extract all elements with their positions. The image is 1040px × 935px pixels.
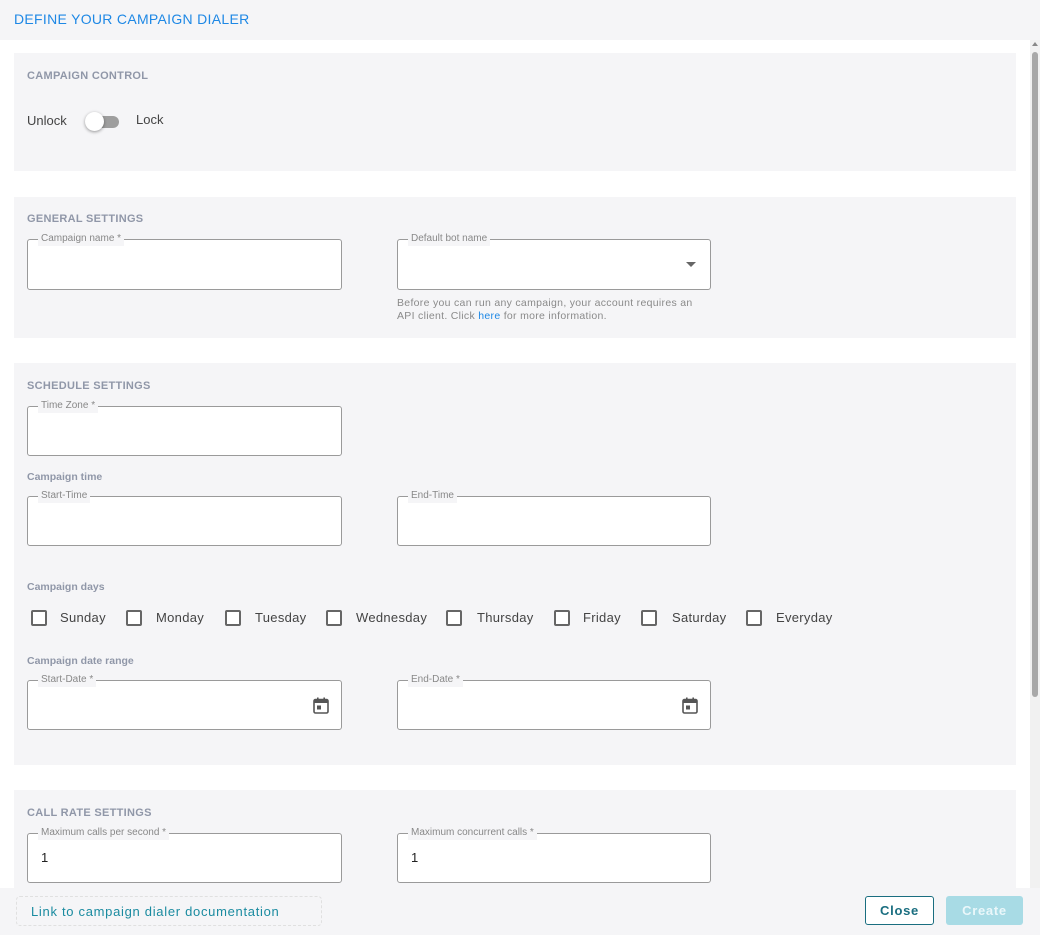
end-date-field[interactable]: End-Date *	[397, 673, 711, 730]
scroll-up-icon[interactable]	[1032, 42, 1038, 46]
day-label-tuesday: Tuesday	[255, 610, 307, 625]
end-time-label: End-Time	[408, 489, 457, 503]
day-label-sunday: Sunday	[60, 610, 106, 625]
unlock-label: Unlock	[27, 113, 67, 128]
day-label-saturday: Saturday	[672, 610, 727, 625]
day-label-friday: Friday	[583, 610, 621, 625]
campaign-time-label: Campaign time	[27, 471, 103, 483]
time-zone-label: Time Zone *	[38, 399, 99, 413]
helper-line-2-suffix: for more information.	[500, 310, 607, 322]
max-calls-per-second-value: 1	[41, 850, 49, 865]
section-title-schedule-settings: SCHEDULE SETTINGS	[27, 380, 151, 392]
campaign-date-range-label: Campaign date range	[27, 655, 134, 667]
max-concurrent-calls-value: 1	[411, 850, 419, 865]
start-date-field[interactable]: Start-Date *	[27, 673, 342, 730]
calendar-icon[interactable]	[682, 697, 698, 714]
checkbox-friday[interactable]	[554, 610, 570, 626]
day-label-wednesday: Wednesday	[356, 610, 428, 625]
day-label-thursday: Thursday	[477, 610, 534, 625]
close-button[interactable]: Close	[865, 896, 934, 925]
dialog-title: DEFINE YOUR CAMPAIGN DIALER	[14, 11, 250, 27]
campaign-days-label: Campaign days	[27, 581, 105, 593]
create-button[interactable]: Create	[946, 896, 1023, 925]
calendar-icon[interactable]	[313, 697, 329, 714]
default-bot-name-label: Default bot name	[408, 232, 491, 246]
helper-line-2-prefix: API client. Click	[397, 310, 479, 322]
time-zone-field[interactable]: Time Zone *	[27, 399, 342, 456]
documentation-link[interactable]: Link to campaign dialer documentation	[16, 896, 322, 926]
campaign-name-field[interactable]: Campaign name *	[27, 232, 342, 290]
default-bot-name-select[interactable]: Default bot name	[397, 232, 711, 290]
max-calls-per-second-field[interactable]: Maximum calls per second * 1	[27, 826, 342, 883]
checkbox-everyday[interactable]	[746, 610, 762, 626]
start-time-label: Start-Time	[38, 489, 91, 503]
day-label-everyday: Everyday	[776, 610, 833, 625]
end-time-field[interactable]: End-Time	[397, 489, 711, 546]
lock-toggle-switch[interactable]	[85, 112, 104, 131]
call-rate-settings-section: CALL RATE SETTINGS Maximum calls per sec…	[14, 790, 1016, 888]
scrollbar-thumb[interactable]	[1032, 52, 1038, 697]
max-calls-per-second-label: Maximum calls per second *	[38, 826, 170, 840]
day-label-monday: Monday	[156, 610, 205, 625]
api-client-helper-text: Before you can run any campaign, your ac…	[397, 297, 693, 323]
checkbox-sunday[interactable]	[31, 610, 47, 626]
checkbox-tuesday[interactable]	[225, 610, 241, 626]
helper-line-2: API client. Click here for more informat…	[397, 310, 693, 323]
max-concurrent-calls-label: Maximum concurrent calls *	[408, 826, 537, 840]
helper-line-1: Before you can run any campaign, your ac…	[397, 297, 693, 309]
general-settings-section: GENERAL SETTINGS Campaign name * Default…	[14, 197, 1016, 338]
campaign-name-label: Campaign name *	[38, 232, 125, 246]
dialog-footer: Link to campaign dialer documentation Cl…	[0, 888, 1040, 935]
lock-label: Lock	[136, 112, 164, 127]
start-time-field[interactable]: Start-Time	[27, 489, 342, 546]
checkbox-monday[interactable]	[126, 610, 142, 626]
caret-down-icon[interactable]	[686, 262, 696, 267]
start-date-label: Start-Date *	[38, 673, 97, 687]
dialog-header: DEFINE YOUR CAMPAIGN DIALER	[0, 0, 1040, 40]
max-concurrent-calls-field[interactable]: Maximum concurrent calls * 1	[397, 826, 711, 883]
schedule-settings-section: SCHEDULE SETTINGS Time Zone * Campaign t…	[14, 363, 1016, 765]
campaign-control-section: CAMPAIGN CONTROL Unlock Lock	[14, 53, 1016, 171]
checkbox-thursday[interactable]	[446, 610, 462, 626]
checkbox-wednesday[interactable]	[326, 610, 342, 626]
helper-here-link[interactable]: here	[478, 310, 500, 322]
section-title-call-rate-settings: CALL RATE SETTINGS	[27, 807, 152, 819]
section-title-general-settings: GENERAL SETTINGS	[27, 213, 144, 225]
section-title-campaign-control: CAMPAIGN CONTROL	[27, 70, 149, 82]
end-date-label: End-Date *	[408, 673, 463, 687]
checkbox-saturday[interactable]	[641, 610, 657, 626]
